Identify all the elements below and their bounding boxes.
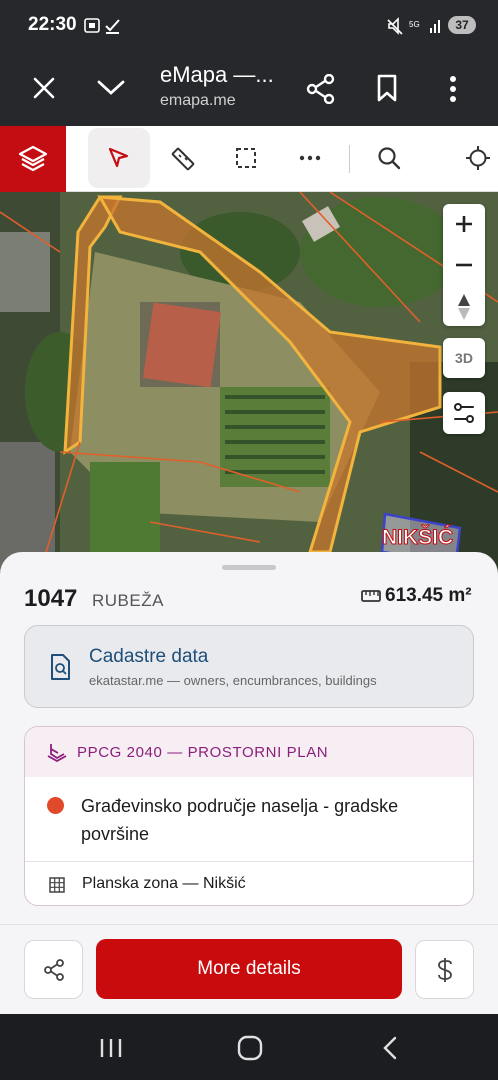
parcel-area: 613.45 m² bbox=[385, 585, 472, 606]
3d-toggle-button[interactable]: 3D bbox=[443, 338, 485, 378]
signal-icons: 5G bbox=[387, 17, 440, 35]
satellite-map[interactable]: NIKŠIĆ 3D bbox=[0, 192, 498, 572]
parcel-bottom-sheet: 1047 RUBEŽA 613.45 m² Cadastre data ekat… bbox=[0, 552, 498, 1014]
share-icon[interactable] bbox=[306, 74, 336, 104]
zone-label: Građevinsko područje naselja - gradske p… bbox=[81, 796, 399, 844]
layers-icon bbox=[18, 145, 48, 172]
search-icon[interactable] bbox=[377, 146, 401, 170]
parcel-number: 1047 bbox=[24, 585, 78, 612]
recent-apps-icon[interactable] bbox=[99, 1037, 123, 1059]
share-parcel-button[interactable] bbox=[24, 940, 83, 999]
map-settings-button[interactable] bbox=[443, 392, 485, 434]
cadastre-card[interactable]: Cadastre data ekatastar.me — owners, enc… bbox=[24, 625, 474, 708]
route-settings-icon bbox=[454, 403, 474, 423]
plan-card: PPCG 2040 — PROSTORNI PLAN Građevinsko p… bbox=[24, 726, 474, 906]
toolbar-divider bbox=[349, 145, 350, 173]
cadastre-subtitle: ekatastar.me — owners, encumbrances, bui… bbox=[89, 673, 377, 688]
parcel-municipality: RUBEŽA bbox=[92, 591, 164, 610]
layers-button[interactable] bbox=[0, 126, 66, 192]
zoom-in-icon[interactable] bbox=[454, 214, 474, 234]
close-icon[interactable] bbox=[32, 76, 56, 100]
screenshot-icon bbox=[84, 18, 120, 34]
page-title[interactable]: eMapa —... bbox=[160, 62, 274, 88]
status-time: 22:30 bbox=[28, 14, 77, 35]
chevron-down-icon[interactable] bbox=[96, 78, 126, 98]
system-nav-bar bbox=[0, 1014, 498, 1080]
back-icon[interactable] bbox=[380, 1036, 400, 1060]
area-select-icon[interactable] bbox=[234, 146, 258, 170]
cadastre-title: Cadastre data bbox=[89, 646, 209, 667]
battery-indicator: 37 bbox=[448, 16, 476, 34]
dollar-icon bbox=[437, 957, 452, 982]
more-tools-icon[interactable] bbox=[299, 154, 321, 162]
cursor-arrow-icon bbox=[108, 147, 129, 168]
network-type: 5G bbox=[409, 20, 420, 29]
more-vert-icon[interactable] bbox=[446, 74, 460, 104]
zone-color-dot bbox=[47, 797, 64, 814]
pricing-button[interactable] bbox=[415, 940, 474, 999]
locate-icon[interactable] bbox=[465, 145, 491, 171]
status-bar: 22:30 5G 37 bbox=[0, 0, 498, 52]
map-imagery: NIKŠIĆ bbox=[0, 192, 498, 572]
plan-header-title: PPCG 2040 — PROSTORNI PLAN bbox=[77, 744, 329, 761]
place-label: NIKŠIĆ bbox=[382, 525, 453, 549]
area-ruler-icon bbox=[361, 590, 381, 602]
more-details-button[interactable]: More details bbox=[96, 939, 402, 999]
browser-toolbar: eMapa —... emapa.me bbox=[0, 52, 498, 126]
planning-zone: Planska zona — Nikšić bbox=[82, 875, 246, 892]
actions-divider bbox=[0, 924, 498, 925]
grid-icon bbox=[49, 877, 65, 893]
compass-icon[interactable] bbox=[455, 292, 473, 322]
document-search-icon bbox=[51, 654, 70, 680]
bookmark-icon[interactable] bbox=[376, 74, 398, 102]
select-tool-button[interactable] bbox=[88, 128, 150, 188]
plan-divider bbox=[25, 861, 473, 862]
zoom-controls bbox=[443, 204, 485, 326]
zoom-out-icon[interactable] bbox=[454, 255, 474, 275]
share-icon bbox=[43, 958, 64, 981]
home-icon[interactable] bbox=[237, 1035, 263, 1061]
sheet-drag-handle[interactable] bbox=[222, 565, 276, 570]
page-url[interactable]: emapa.me bbox=[160, 92, 236, 110]
ruler-icon[interactable] bbox=[170, 146, 196, 172]
plan-layers-icon bbox=[47, 744, 67, 762]
